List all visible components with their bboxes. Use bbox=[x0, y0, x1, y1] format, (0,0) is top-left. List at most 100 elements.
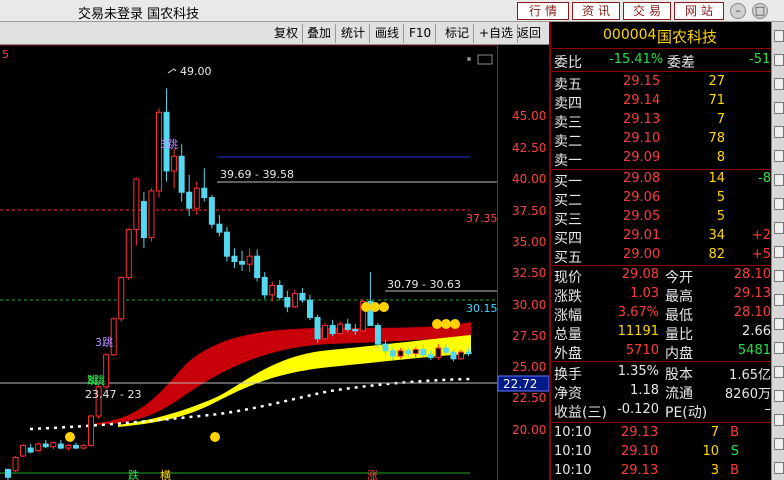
candle-body bbox=[5, 468, 11, 478]
tool-icon[interactable] bbox=[774, 246, 784, 258]
tool-icon[interactable] bbox=[774, 294, 784, 306]
candle-body bbox=[88, 415, 95, 446]
tool-icon[interactable] bbox=[774, 126, 784, 138]
ask-label: 卖一 bbox=[554, 153, 582, 169]
bid-row[interactable]: 买三 29.05 5 bbox=[551, 208, 773, 228]
bid-row[interactable]: 买一 29.08 14 -8 bbox=[551, 170, 773, 190]
tool-icon[interactable] bbox=[774, 318, 784, 330]
stat-row[interactable]: 涨幅 3.67% 最低 28.10 bbox=[551, 304, 773, 324]
stat-label: 量比 bbox=[665, 327, 693, 343]
stat-row[interactable]: 现价 29.08 今开 28.10 bbox=[551, 266, 773, 286]
bid-label: 买二 bbox=[554, 193, 582, 209]
nav-button-website[interactable]: 网站 bbox=[674, 2, 724, 20]
tool-icon[interactable] bbox=[774, 174, 784, 186]
stat-value: 28.10 bbox=[733, 305, 771, 320]
ask-volume: 78 bbox=[708, 131, 725, 146]
ask-row[interactable]: 卖五 29.15 27 bbox=[551, 73, 773, 93]
stat-value: 11191 bbox=[617, 324, 659, 339]
tool-icon[interactable] bbox=[774, 150, 784, 162]
maximize-icon[interactable]: □ bbox=[752, 3, 768, 19]
chart-toolbar: 复权 叠加 统计 画线 F10 标记 +自选 返回 bbox=[0, 22, 549, 45]
bid-price: 29.00 bbox=[623, 247, 661, 262]
toolbar-mark-button[interactable]: 标记 bbox=[441, 24, 475, 43]
bid-label: 买三 bbox=[554, 212, 582, 228]
stat-label: 内盘 bbox=[665, 346, 693, 362]
bid-change: -8 bbox=[758, 171, 771, 186]
nav-button-market[interactable]: 行情 bbox=[517, 2, 569, 20]
minimize-icon[interactable]: – bbox=[730, 3, 746, 19]
candle-body bbox=[42, 443, 49, 448]
candle-body bbox=[246, 255, 253, 265]
ask-volume: 8 bbox=[716, 150, 725, 165]
toolbar-watchlist-button[interactable]: +自选 bbox=[475, 24, 519, 43]
signal-dot bbox=[379, 302, 389, 312]
nav-button-news[interactable]: 资讯 bbox=[572, 2, 620, 20]
stat-row[interactable]: 外盘 5710 内盘 5481 bbox=[551, 342, 773, 362]
ask-row[interactable]: 卖二 29.10 78 bbox=[551, 130, 773, 150]
stat2-row[interactable]: 换手 1.35% 股本 1.65亿 bbox=[551, 363, 773, 383]
ask-row[interactable]: 卖一 29.09 8 bbox=[551, 149, 773, 169]
stat2-row[interactable]: 收益(三) -0.120 PE(动) – bbox=[551, 401, 773, 421]
toolbar-stats-button[interactable]: 统计 bbox=[337, 24, 371, 43]
tool-icon[interactable] bbox=[774, 198, 784, 210]
tick-price: 29.13 bbox=[621, 463, 659, 478]
candle-body bbox=[148, 190, 155, 239]
tool-icon[interactable] bbox=[774, 102, 784, 114]
level-label-3015: 30.15 bbox=[466, 302, 498, 315]
weibi-value: -15.41% bbox=[609, 52, 664, 67]
tool-icon[interactable] bbox=[774, 414, 784, 426]
candle-body bbox=[35, 443, 42, 452]
tool-icon[interactable] bbox=[774, 222, 784, 234]
stat2-label: PE(动) bbox=[665, 405, 708, 421]
ask-row[interactable]: 卖三 29.13 7 bbox=[551, 111, 773, 131]
tool-icon[interactable] bbox=[774, 78, 784, 90]
ask-row[interactable]: 卖四 29.14 71 bbox=[551, 92, 773, 112]
tool-icon[interactable] bbox=[774, 270, 784, 282]
candle-body bbox=[390, 350, 397, 357]
nav-button-trade[interactable]: 交易 bbox=[623, 2, 671, 20]
candle-body bbox=[435, 347, 442, 358]
signal-dot bbox=[210, 432, 220, 442]
tick-volume: 7 bbox=[710, 425, 719, 440]
toolbar-fuquan-button[interactable]: 复权 bbox=[270, 24, 304, 43]
chart-settings-icon[interactable] bbox=[467, 57, 471, 61]
kline-chart[interactable]: 5 45.00 42.50 40.00 37.50 35.00 32.50 30… bbox=[0, 45, 549, 480]
stat-row[interactable]: 总量 11191 量比 2.66 bbox=[551, 323, 773, 343]
tool-icon[interactable] bbox=[774, 462, 784, 474]
candle-body bbox=[397, 350, 404, 357]
candle-body bbox=[261, 277, 268, 296]
tick-row[interactable]: 10:10 29.13 7 B bbox=[551, 424, 773, 443]
high-arrow-icon bbox=[167, 68, 177, 74]
toolbar-draw-button[interactable]: 画线 bbox=[371, 24, 405, 43]
kline-svg[interactable]: 5 45.00 42.50 40.00 37.50 35.00 32.50 30… bbox=[0, 45, 549, 480]
candle-body bbox=[140, 201, 147, 239]
toolbar-overlay-button[interactable]: 叠加 bbox=[303, 24, 337, 43]
tool-icon[interactable] bbox=[774, 342, 784, 354]
candle-body bbox=[442, 347, 449, 353]
chart-zoom-icon[interactable] bbox=[477, 54, 493, 65]
stat2-value: 1.35% bbox=[617, 364, 659, 379]
tool-icon[interactable] bbox=[774, 438, 784, 450]
tick-row[interactable]: 10:10 29.10 10 S bbox=[551, 443, 773, 462]
tool-icon[interactable] bbox=[774, 30, 784, 42]
tool-icon[interactable] bbox=[774, 54, 784, 66]
bottom-tag-down: 跌 bbox=[128, 468, 139, 480]
bid-row[interactable]: 买五 29.00 82 +5 bbox=[551, 246, 773, 266]
price-label: 30.00 bbox=[512, 298, 546, 312]
signal-dot bbox=[65, 432, 75, 442]
bid-row[interactable]: 买二 29.06 5 bbox=[551, 189, 773, 209]
candle-body bbox=[223, 231, 230, 257]
stat-label: 最高 bbox=[665, 289, 693, 305]
stat2-row[interactable]: 净资 1.18 流通 8260万 bbox=[551, 382, 773, 402]
toolbar-f10-button[interactable]: F10 bbox=[405, 24, 437, 43]
ask-label: 卖二 bbox=[554, 134, 582, 150]
tick-row[interactable]: 10:10 29.13 3 B bbox=[551, 462, 773, 480]
toolbar-back-button[interactable]: 返回 bbox=[513, 24, 545, 43]
bid-row[interactable]: 买四 29.01 34 +2 bbox=[551, 227, 773, 247]
ask-price: 29.10 bbox=[623, 131, 661, 146]
tool-icon[interactable] bbox=[774, 366, 784, 378]
candle-body bbox=[178, 155, 185, 193]
stat-row[interactable]: 涨跌 1.03 最高 29.13 bbox=[551, 285, 773, 305]
tool-icon[interactable] bbox=[774, 390, 784, 402]
stat-value: 29.08 bbox=[621, 267, 659, 282]
